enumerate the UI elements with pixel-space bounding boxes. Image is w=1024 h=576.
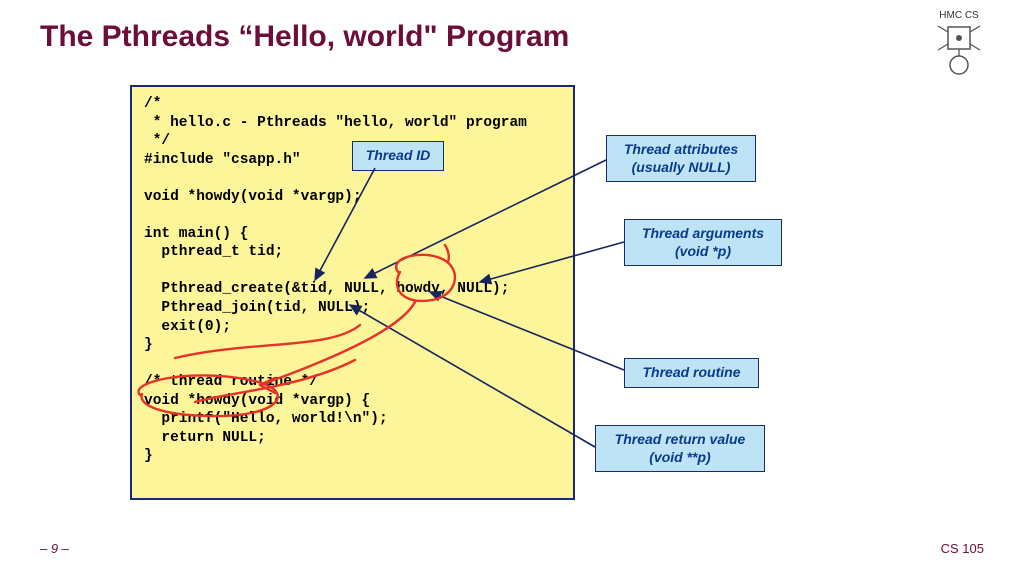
callout-thread-return-value: Thread return value (void **p) bbox=[595, 425, 765, 472]
callout-thread-arguments: Thread arguments (void *p) bbox=[624, 219, 782, 266]
footer-course: CS 105 bbox=[941, 541, 984, 556]
hmc-cs-logo: HMC CS bbox=[919, 10, 999, 80]
callout-thread-attributes: Thread attributes (usually NULL) bbox=[606, 135, 756, 182]
slide-title: The Pthreads “Hello, world" Program bbox=[40, 20, 569, 54]
callout-thread-routine: Thread routine bbox=[624, 358, 759, 388]
logo-text: HMC CS bbox=[939, 10, 978, 21]
callout-thread-id: Thread ID bbox=[352, 141, 444, 171]
footer-page-number: – 9 – bbox=[40, 541, 69, 556]
